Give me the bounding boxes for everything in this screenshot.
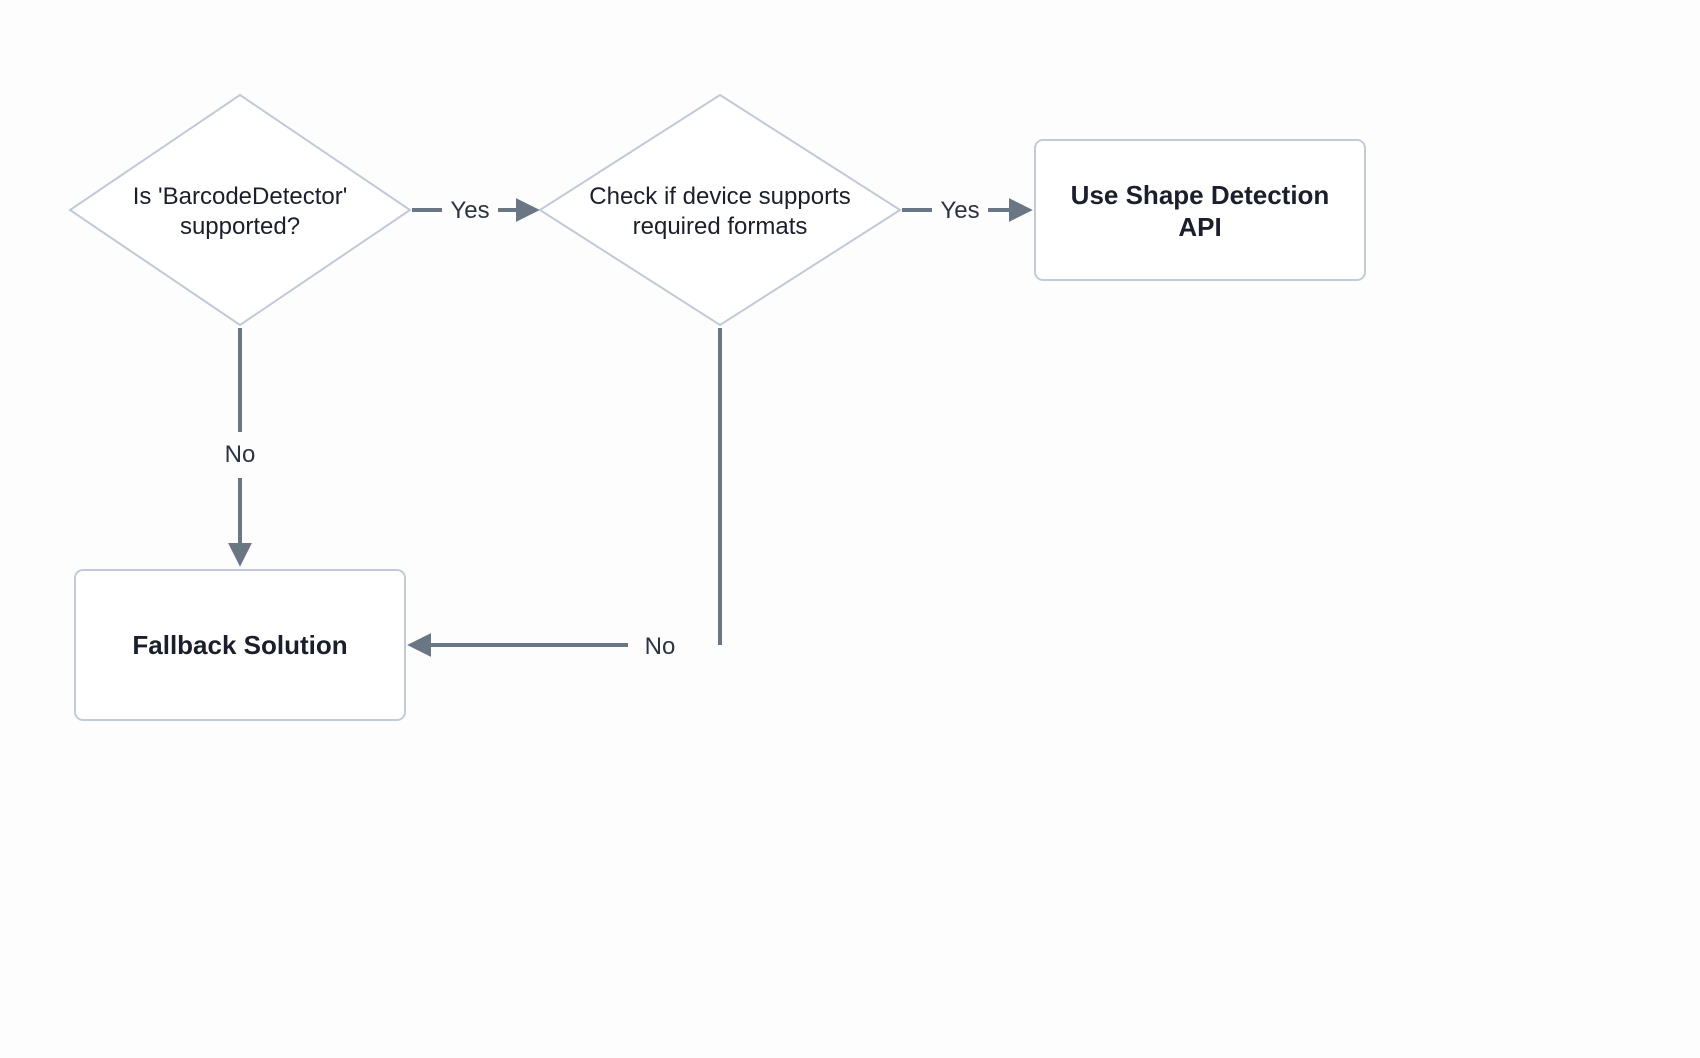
decision1-line1: Is 'BarcodeDetector' — [133, 183, 348, 210]
decision-barcode-detector: Is 'BarcodeDetector' supported? — [70, 95, 410, 325]
edge-d1-yes: Yes — [412, 197, 535, 224]
decision2-line1: Check if device supports — [589, 183, 850, 210]
edge-d2-yes: Yes — [902, 197, 1028, 224]
decision2-line2: required formats — [633, 213, 808, 240]
result-fallback-text: Fallback Solution — [132, 630, 347, 660]
edge-d2-no: No — [412, 328, 720, 660]
result-use-shape-detection-api: Use Shape Detection API — [1035, 140, 1365, 280]
flowchart-canvas: Is 'BarcodeDetector' supported? Check if… — [0, 0, 1700, 1058]
result-api-line1: Use Shape Detection — [1071, 180, 1330, 210]
edge-d2-yes-label: Yes — [940, 197, 979, 224]
edge-d1-yes-label: Yes — [450, 197, 489, 224]
edge-d1-no-label: No — [225, 441, 256, 468]
edge-d2-no-label: No — [645, 633, 676, 660]
edge-d1-no: No — [225, 328, 256, 562]
decision-device-supports-formats: Check if device supports required format… — [540, 95, 900, 325]
result-api-line2: API — [1178, 212, 1221, 242]
decision1-line2: supported? — [180, 213, 300, 240]
result-fallback-solution: Fallback Solution — [75, 570, 405, 720]
